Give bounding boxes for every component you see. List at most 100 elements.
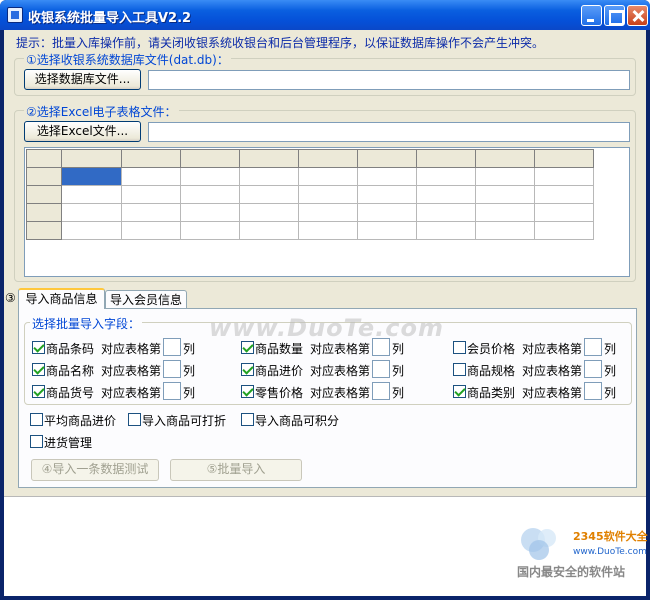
column-input-item-number[interactable]	[163, 382, 181, 400]
grid-cell[interactable]	[61, 203, 122, 222]
column-input-retail-price[interactable]	[372, 382, 390, 400]
field-checkbox-barcode[interactable]	[32, 341, 45, 354]
tab-import-members[interactable]: 导入会员信息	[105, 290, 187, 309]
test-import-button[interactable]: ④导入一条数据测试	[31, 459, 159, 481]
grid-cell[interactable]	[416, 221, 476, 240]
grid-cell[interactable]	[180, 221, 240, 240]
field-checkbox-name[interactable]	[32, 363, 45, 376]
grid-cell-selected[interactable]	[61, 167, 122, 186]
grid-cell[interactable]	[534, 167, 594, 186]
grid-cell[interactable]	[298, 185, 358, 204]
grid-cell[interactable]	[121, 167, 181, 186]
grid-column-header[interactable]	[416, 149, 476, 168]
grid-cell[interactable]	[534, 185, 594, 204]
title-bar[interactable]: 收银系统批量导入工具V2.2	[0, 0, 650, 30]
grid-cell[interactable]	[61, 185, 122, 204]
grid-cell[interactable]	[357, 185, 417, 204]
grid-cell[interactable]	[121, 221, 181, 240]
grid-cell[interactable]	[121, 203, 181, 222]
column-input-member-price[interactable]	[584, 338, 602, 356]
tab-import-goods[interactable]: 导入商品信息	[18, 288, 105, 309]
grid-cell[interactable]	[416, 167, 476, 186]
grid-row	[26, 221, 594, 240]
grid-cell[interactable]	[180, 185, 240, 204]
grid-cell[interactable]	[357, 221, 417, 240]
field-checkbox-member-price[interactable]	[453, 341, 466, 354]
grid-cell[interactable]	[239, 185, 299, 204]
grid-column-header[interactable]	[357, 149, 417, 168]
column-input-specification[interactable]	[584, 360, 602, 378]
option-label: 导入商品可积分	[255, 414, 340, 428]
option-checkbox-average-cost[interactable]	[30, 413, 43, 426]
grid-row-header[interactable]	[26, 203, 62, 222]
grid-column-header[interactable]	[475, 149, 535, 168]
field-label: 商品货号	[46, 386, 95, 400]
field-checkbox-category[interactable]	[453, 385, 466, 398]
map-suffix-label: 列	[604, 342, 617, 356]
close-button[interactable]	[627, 5, 648, 26]
grid-cell[interactable]	[239, 167, 299, 186]
select-excel-button[interactable]: 选择Excel文件...	[24, 121, 141, 142]
grid-cell[interactable]	[298, 167, 358, 186]
excel-preview-grid[interactable]	[24, 147, 630, 277]
column-input-category[interactable]	[584, 382, 602, 400]
grid-cell[interactable]	[298, 221, 358, 240]
grid-cell[interactable]	[475, 203, 535, 222]
grid-cell[interactable]	[180, 167, 240, 186]
database-path-input[interactable]	[148, 70, 630, 90]
grid-column-header[interactable]	[121, 149, 181, 168]
grid-column-header[interactable]	[239, 149, 299, 168]
field-checkbox-item-number[interactable]	[32, 385, 45, 398]
grid-column-header[interactable]	[298, 149, 358, 168]
grid-cell[interactable]	[61, 221, 122, 240]
map-prefix-label: 对应表格第	[101, 364, 162, 378]
app-window: 收银系统批量导入工具V2.2 提示：批量入库操作前，请关闭收银系统收银台和后台管…	[0, 0, 650, 600]
excel-path-input[interactable]	[148, 122, 630, 142]
grid-row-header[interactable]	[26, 185, 62, 204]
grid-column-header[interactable]	[534, 149, 594, 168]
column-input-barcode[interactable]	[163, 338, 181, 356]
field-checkbox-quantity[interactable]	[241, 341, 254, 354]
minimize-button[interactable]	[581, 5, 602, 26]
field-label: 会员价格	[467, 342, 516, 356]
grid-cell[interactable]	[475, 185, 535, 204]
field-checkbox-specification[interactable]	[453, 363, 466, 376]
map-prefix-label: 对应表格第	[101, 386, 162, 400]
grid-cell[interactable]	[239, 203, 299, 222]
grid-corner-cell[interactable]	[26, 149, 62, 168]
maximize-button[interactable]	[604, 5, 625, 26]
option-checkbox-discountable[interactable]	[128, 413, 141, 426]
step2-title: ②选择Excel电子表格文件：	[24, 103, 179, 120]
map-suffix-label: 列	[183, 386, 196, 400]
map-prefix-label: 对应表格第	[522, 386, 583, 400]
column-input-name[interactable]	[163, 360, 181, 378]
grid-row-header[interactable]	[26, 167, 62, 186]
grid-cell[interactable]	[180, 203, 240, 222]
grid-column-header[interactable]	[180, 149, 240, 168]
fields-group-title: 选择批量导入字段：	[30, 315, 143, 332]
field-checkbox-cost-price[interactable]	[241, 363, 254, 376]
option-checkbox-points[interactable]	[241, 413, 254, 426]
option-checkbox-purchase-management[interactable]	[30, 435, 43, 448]
grid-cell[interactable]	[534, 203, 594, 222]
column-input-cost-price[interactable]	[372, 360, 390, 378]
grid-cell[interactable]	[239, 221, 299, 240]
grid-cell[interactable]	[416, 203, 476, 222]
batch-import-button[interactable]: ⑤批量导入	[170, 459, 302, 481]
map-suffix-label: 列	[392, 364, 405, 378]
grid-cell[interactable]	[475, 221, 535, 240]
grid-column-header[interactable]	[61, 149, 122, 168]
select-database-button[interactable]: 选择数据库文件...	[24, 69, 141, 90]
grid-cell[interactable]	[121, 185, 181, 204]
grid-row-header[interactable]	[26, 221, 62, 240]
watermark-slogan: 国内最安全的软件站	[517, 565, 626, 579]
map-suffix-label: 列	[392, 386, 405, 400]
grid-cell[interactable]	[475, 167, 535, 186]
grid-cell[interactable]	[357, 203, 417, 222]
field-checkbox-retail-price[interactable]	[241, 385, 254, 398]
grid-row	[26, 167, 594, 186]
grid-cell[interactable]	[357, 167, 417, 186]
grid-cell[interactable]	[298, 203, 358, 222]
grid-cell[interactable]	[534, 221, 594, 240]
grid-cell[interactable]	[416, 185, 476, 204]
